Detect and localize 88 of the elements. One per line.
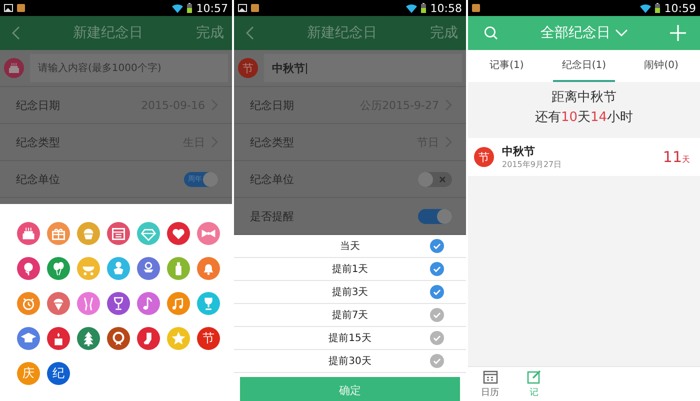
bow-icon[interactable] [197, 222, 220, 245]
character-badge[interactable]: 纪 [47, 362, 70, 385]
status-time: 10:57 [196, 2, 228, 14]
done-button[interactable]: 完成 [430, 24, 458, 42]
reminder-option[interactable]: 提前15天 [328, 331, 372, 345]
battery-icon [655, 3, 660, 13]
christmas-tree-icon[interactable] [77, 327, 100, 350]
close-icon [439, 176, 446, 182]
calendar-icon [482, 370, 498, 384]
event-name: 中秋节 [502, 144, 536, 159]
nav-item[interactable]: 日历 [468, 367, 512, 401]
cupcake-icon[interactable] [77, 222, 100, 245]
status-time: 10:58 [430, 2, 462, 14]
name-input-field[interactable]: 中秋节 [264, 54, 462, 82]
wifi-icon [172, 4, 184, 12]
image-notification-icon [4, 4, 13, 12]
unchecked-icon[interactable] [430, 331, 444, 345]
nav-item[interactable]: 记 [512, 367, 556, 401]
music-note-icon[interactable] [137, 292, 160, 315]
countdown-title: 距离中秋节 [552, 89, 616, 106]
app-notification-icon [472, 4, 480, 12]
character-badge[interactable]: 节 [197, 327, 220, 350]
category-dropdown[interactable]: 全部纪念日 [540, 24, 628, 42]
wifi-icon [406, 4, 418, 12]
reminder-option[interactable]: 当天 [340, 239, 360, 253]
reminder-option[interactable]: 提前7天 [332, 308, 368, 322]
cake-icon[interactable] [17, 222, 40, 245]
reminder-option[interactable]: 提前1天 [332, 262, 368, 276]
screen-title: 新建纪念日 [306, 24, 378, 42]
bottle-icon[interactable] [167, 257, 190, 280]
setting-label: 纪念单位 [250, 172, 295, 186]
unchecked-icon[interactable] [430, 354, 444, 368]
tab[interactable]: 记事(1) [476, 50, 538, 82]
character-badge[interactable]: 庆 [17, 362, 40, 385]
unchecked-icon[interactable] [430, 308, 444, 322]
days-unit: 天 [682, 154, 690, 165]
checked-icon[interactable] [430, 285, 444, 299]
chevron-down-icon [614, 29, 628, 37]
setting-label: 是否提醒 [250, 208, 295, 224]
app-notification-icon [251, 4, 259, 12]
stocking-icon[interactable] [137, 327, 160, 350]
graduation-cap-icon[interactable] [17, 327, 40, 350]
event-date: 2015年9月27日 [502, 159, 563, 170]
checked-icon[interactable] [430, 262, 444, 276]
wreath-icon[interactable] [107, 327, 130, 350]
search-icon[interactable] [484, 26, 498, 40]
battery-icon [421, 3, 426, 13]
gift-icon[interactable] [47, 222, 70, 245]
back-icon[interactable] [246, 26, 254, 40]
setting-label: 纪念类型 [250, 134, 295, 150]
festival-badge: 节 [474, 147, 494, 167]
countdown-text: 还有10天14小时 [534, 109, 634, 126]
battery-icon [187, 3, 192, 13]
tab[interactable]: 闹钟(0) [630, 50, 692, 82]
wine-glass-icon[interactable] [107, 292, 130, 315]
candle-icon[interactable] [47, 327, 70, 350]
ice-cream-icon[interactable] [47, 292, 70, 315]
tab[interactable]: 纪念日(1) [553, 50, 615, 82]
reminder-option[interactable]: 提前30天 [328, 354, 372, 368]
add-icon[interactable] [670, 25, 686, 41]
setting-label: 纪念单位 [16, 172, 61, 186]
reminder-option[interactable]: 提前3天 [332, 285, 368, 299]
status-time: 10:59 [664, 2, 696, 14]
setting-label: 纪念日期 [16, 98, 61, 112]
image-notification-icon [238, 4, 247, 12]
bell-icon[interactable] [197, 257, 220, 280]
setting-label: 纪念类型 [16, 134, 61, 150]
wifi-icon [640, 4, 652, 12]
days-left: 11 [662, 148, 682, 166]
back-icon[interactable] [12, 26, 20, 40]
event-card[interactable]: 节 中秋节 2015年9月27日 11天 [468, 138, 700, 176]
music-notes-icon[interactable] [167, 292, 190, 315]
cake-icon[interactable] [4, 58, 24, 78]
balloons-icon[interactable] [47, 257, 70, 280]
trophy-icon[interactable] [197, 292, 220, 315]
baby-icon[interactable] [107, 257, 130, 280]
festival-badge[interactable]: 节 [238, 58, 258, 78]
app-notification-icon [17, 4, 25, 12]
name-input-field[interactable]: 请输入内容(最多1000个字) [30, 54, 228, 82]
toggle-switch[interactable] [418, 208, 452, 224]
toggle-switch[interactable] [418, 172, 452, 186]
done-button[interactable]: 完成 [196, 24, 224, 42]
checked-icon[interactable] [430, 239, 444, 253]
calendar-icon[interactable] [107, 222, 130, 245]
alarm-clock-icon[interactable] [17, 292, 40, 315]
edit-icon [526, 370, 542, 384]
setting-label: 纪念日期 [250, 98, 295, 112]
screen-title: 新建纪念日 [72, 24, 144, 42]
